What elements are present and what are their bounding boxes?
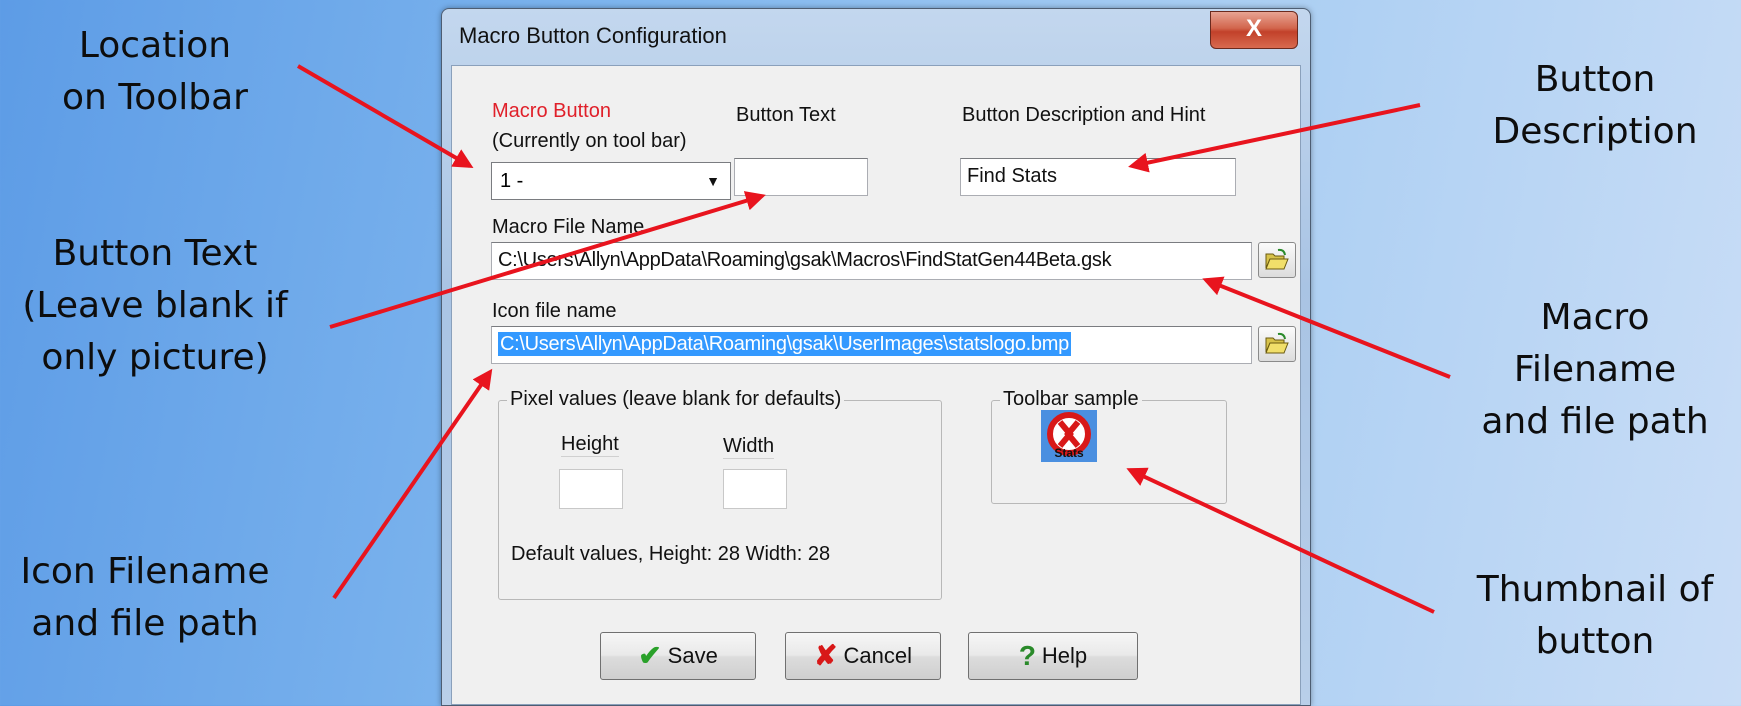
- button-description-label: Button Description and Hint: [962, 104, 1206, 126]
- callout-line: button: [1535, 621, 1655, 662]
- callout-icon-filename: Icon Filename and file path: [0, 546, 290, 650]
- check-icon: ✔: [638, 640, 662, 671]
- callout-line: and file path: [1481, 401, 1709, 442]
- cancel-button-label: Cancel: [843, 643, 912, 668]
- macro-file-name-label: Macro File Name: [492, 216, 645, 238]
- toolbar-sample-group: Toolbar sample Stats: [991, 388, 1227, 504]
- macro-button-select-value: 1 -: [500, 170, 524, 192]
- sample-icon-text: Stats: [1054, 446, 1084, 460]
- question-icon: ?: [1018, 640, 1036, 671]
- macro-button-configuration-dialog: Macro Button Configuration X Macro Butto…: [441, 8, 1311, 706]
- pixel-values-group: Pixel values (leave blank for defaults) …: [498, 388, 942, 600]
- callout-line: Icon Filename: [20, 551, 270, 592]
- callout-button-text: Button Text (Leave blank if only picture…: [0, 228, 310, 384]
- height-input[interactable]: [559, 469, 623, 509]
- title-bar[interactable]: Macro Button Configuration X: [442, 9, 1310, 65]
- chevron-down-icon[interactable]: ▼: [706, 163, 720, 199]
- close-icon: X: [1245, 15, 1262, 42]
- macro-button-select[interactable]: 1 - ▼: [491, 162, 731, 200]
- button-description-input[interactable]: Find Stats: [960, 158, 1236, 196]
- cancel-button[interactable]: ✘ Cancel: [785, 632, 941, 680]
- help-button[interactable]: ? Help: [968, 632, 1138, 680]
- default-values-text: Default values, Height: 28 Width: 28: [511, 543, 831, 565]
- callout-line: on Toolbar: [62, 77, 248, 118]
- x-icon: ✘: [814, 640, 838, 671]
- close-button[interactable]: X: [1210, 11, 1298, 49]
- callout-location-on-toolbar: Location on Toolbar: [50, 20, 260, 124]
- button-text-label: Button Text: [736, 104, 836, 126]
- callout-line: Button Text: [52, 233, 258, 274]
- pixel-values-group-title: Pixel values (leave blank for defaults): [507, 388, 845, 411]
- callout-line: Filename: [1513, 349, 1677, 390]
- stats-logo-icon: Stats: [1047, 412, 1091, 460]
- height-label: Height: [561, 433, 619, 457]
- callout-button-description: Button Description: [1460, 54, 1730, 158]
- dialog-title: Macro Button Configuration: [459, 23, 727, 48]
- callout-line: Description: [1492, 111, 1698, 152]
- toolbar-sample-thumbnail: Stats: [1041, 410, 1097, 462]
- callout-line: Macro: [1540, 297, 1650, 338]
- callout-line: only picture): [41, 337, 269, 378]
- folder-open-icon: [1265, 248, 1289, 270]
- browse-icon-file-button[interactable]: [1258, 326, 1296, 362]
- callout-line: (Leave blank if: [22, 285, 288, 326]
- save-button-label: Save: [667, 643, 718, 668]
- macro-button-label: Macro Button: [492, 100, 611, 122]
- button-text-input[interactable]: [734, 158, 868, 196]
- save-button[interactable]: ✔ Save: [600, 632, 756, 680]
- width-label: Width: [723, 435, 775, 459]
- macro-file-name-input[interactable]: C:\Users\Allyn\AppData\Roaming\gsak\Macr…: [491, 242, 1252, 280]
- callout-thumbnail: Thumbnail of button: [1460, 564, 1730, 668]
- toolbar-sample-title: Toolbar sample: [1000, 388, 1142, 411]
- folder-open-icon: [1265, 332, 1289, 354]
- width-input[interactable]: [723, 469, 787, 509]
- callout-macro-filename: Macro Filename and file path: [1460, 292, 1730, 448]
- callout-line: Button: [1534, 59, 1656, 100]
- callout-line: and file path: [31, 603, 259, 644]
- help-button-label: Help: [1041, 643, 1088, 668]
- callout-line: Thumbnail of: [1476, 569, 1714, 610]
- callout-line: Location: [78, 25, 232, 66]
- dialog-client-area: Macro Button (Currently on tool bar) But…: [451, 65, 1301, 705]
- currently-on-toolbar-label: (Currently on tool bar): [492, 130, 687, 152]
- browse-macro-file-button[interactable]: [1258, 242, 1296, 278]
- icon-file-name-input[interactable]: C:\Users\Allyn\AppData\Roaming\gsak\User…: [491, 326, 1252, 364]
- icon-file-name-selected-text: C:\Users\Allyn\AppData\Roaming\gsak\User…: [498, 332, 1071, 356]
- icon-file-name-label: Icon file name: [492, 300, 617, 322]
